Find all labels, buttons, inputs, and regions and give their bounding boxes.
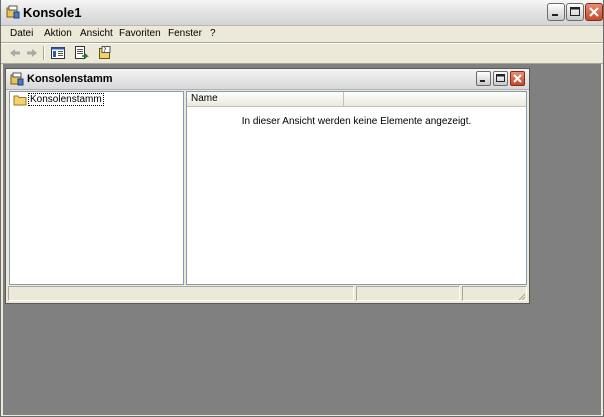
list-header: Name: [187, 92, 526, 107]
menu-aktion[interactable]: Aktion: [44, 28, 72, 39]
close-icon: [513, 74, 522, 83]
show-hide-console-tree-icon[interactable]: [50, 45, 66, 61]
menu-fenster[interactable]: Fenster: [168, 28, 202, 39]
tree-item-label: Konsolenstamm: [28, 93, 104, 106]
status-bar: [8, 286, 527, 302]
app-title: Konsole1: [23, 5, 82, 20]
close-icon: [589, 7, 599, 17]
maximize-icon: [496, 74, 505, 82]
toolbar-separator: [43, 46, 45, 60]
column-header-empty[interactable]: [344, 92, 526, 106]
close-button[interactable]: [585, 3, 603, 21]
console-root-icon: [10, 72, 24, 86]
maximize-button[interactable]: [566, 3, 584, 21]
child-close-button[interactable]: [510, 71, 525, 86]
empty-list-message: In dieser Ansicht werden keine Elemente …: [241, 116, 472, 127]
menu-bar: Datei Aktion Ansicht Favoriten Fenster ?: [1, 26, 603, 43]
child-title: Konsolenstamm: [27, 73, 113, 85]
minimize-icon: [480, 80, 485, 82]
maximize-icon: [570, 7, 580, 16]
menu-datei[interactable]: Datei: [10, 28, 33, 39]
status-pane-1: [8, 286, 354, 301]
menu-ansicht[interactable]: Ansicht: [80, 28, 113, 39]
export-list-icon[interactable]: [73, 45, 89, 61]
status-pane-2: [356, 286, 460, 301]
toolbar: ?: [1, 44, 603, 62]
forward-icon[interactable]: [24, 45, 40, 61]
console-tree[interactable]: Konsolenstamm: [9, 91, 184, 285]
child-minimize-button[interactable]: [476, 71, 491, 86]
child-maximize-button[interactable]: [493, 71, 508, 86]
minimize-icon: [552, 14, 558, 16]
app-title-bar[interactable]: Konsole1: [1, 0, 603, 26]
resize-grip-icon[interactable]: [516, 291, 526, 301]
help-icon[interactable]: ?: [97, 45, 113, 61]
menu-help[interactable]: ?: [210, 28, 216, 39]
column-header-name-label: Name: [191, 93, 218, 104]
console-root-window: Konsolenstamm Konsolenstamm Name In dies…: [5, 68, 530, 304]
minimize-button[interactable]: [547, 3, 565, 21]
svg-text:?: ?: [103, 47, 106, 54]
console-icon: [6, 5, 20, 19]
column-header-name[interactable]: Name: [187, 92, 344, 106]
menu-favoriten[interactable]: Favoriten: [119, 28, 161, 39]
folder-icon: [13, 95, 27, 106]
result-list[interactable]: Name In dieser Ansicht werden keine Elem…: [186, 91, 527, 285]
back-icon[interactable]: [7, 45, 23, 61]
app-window: Konsole1 Datei Aktion Ansicht Favoriten …: [0, 0, 604, 417]
child-title-bar[interactable]: Konsolenstamm: [6, 69, 529, 90]
